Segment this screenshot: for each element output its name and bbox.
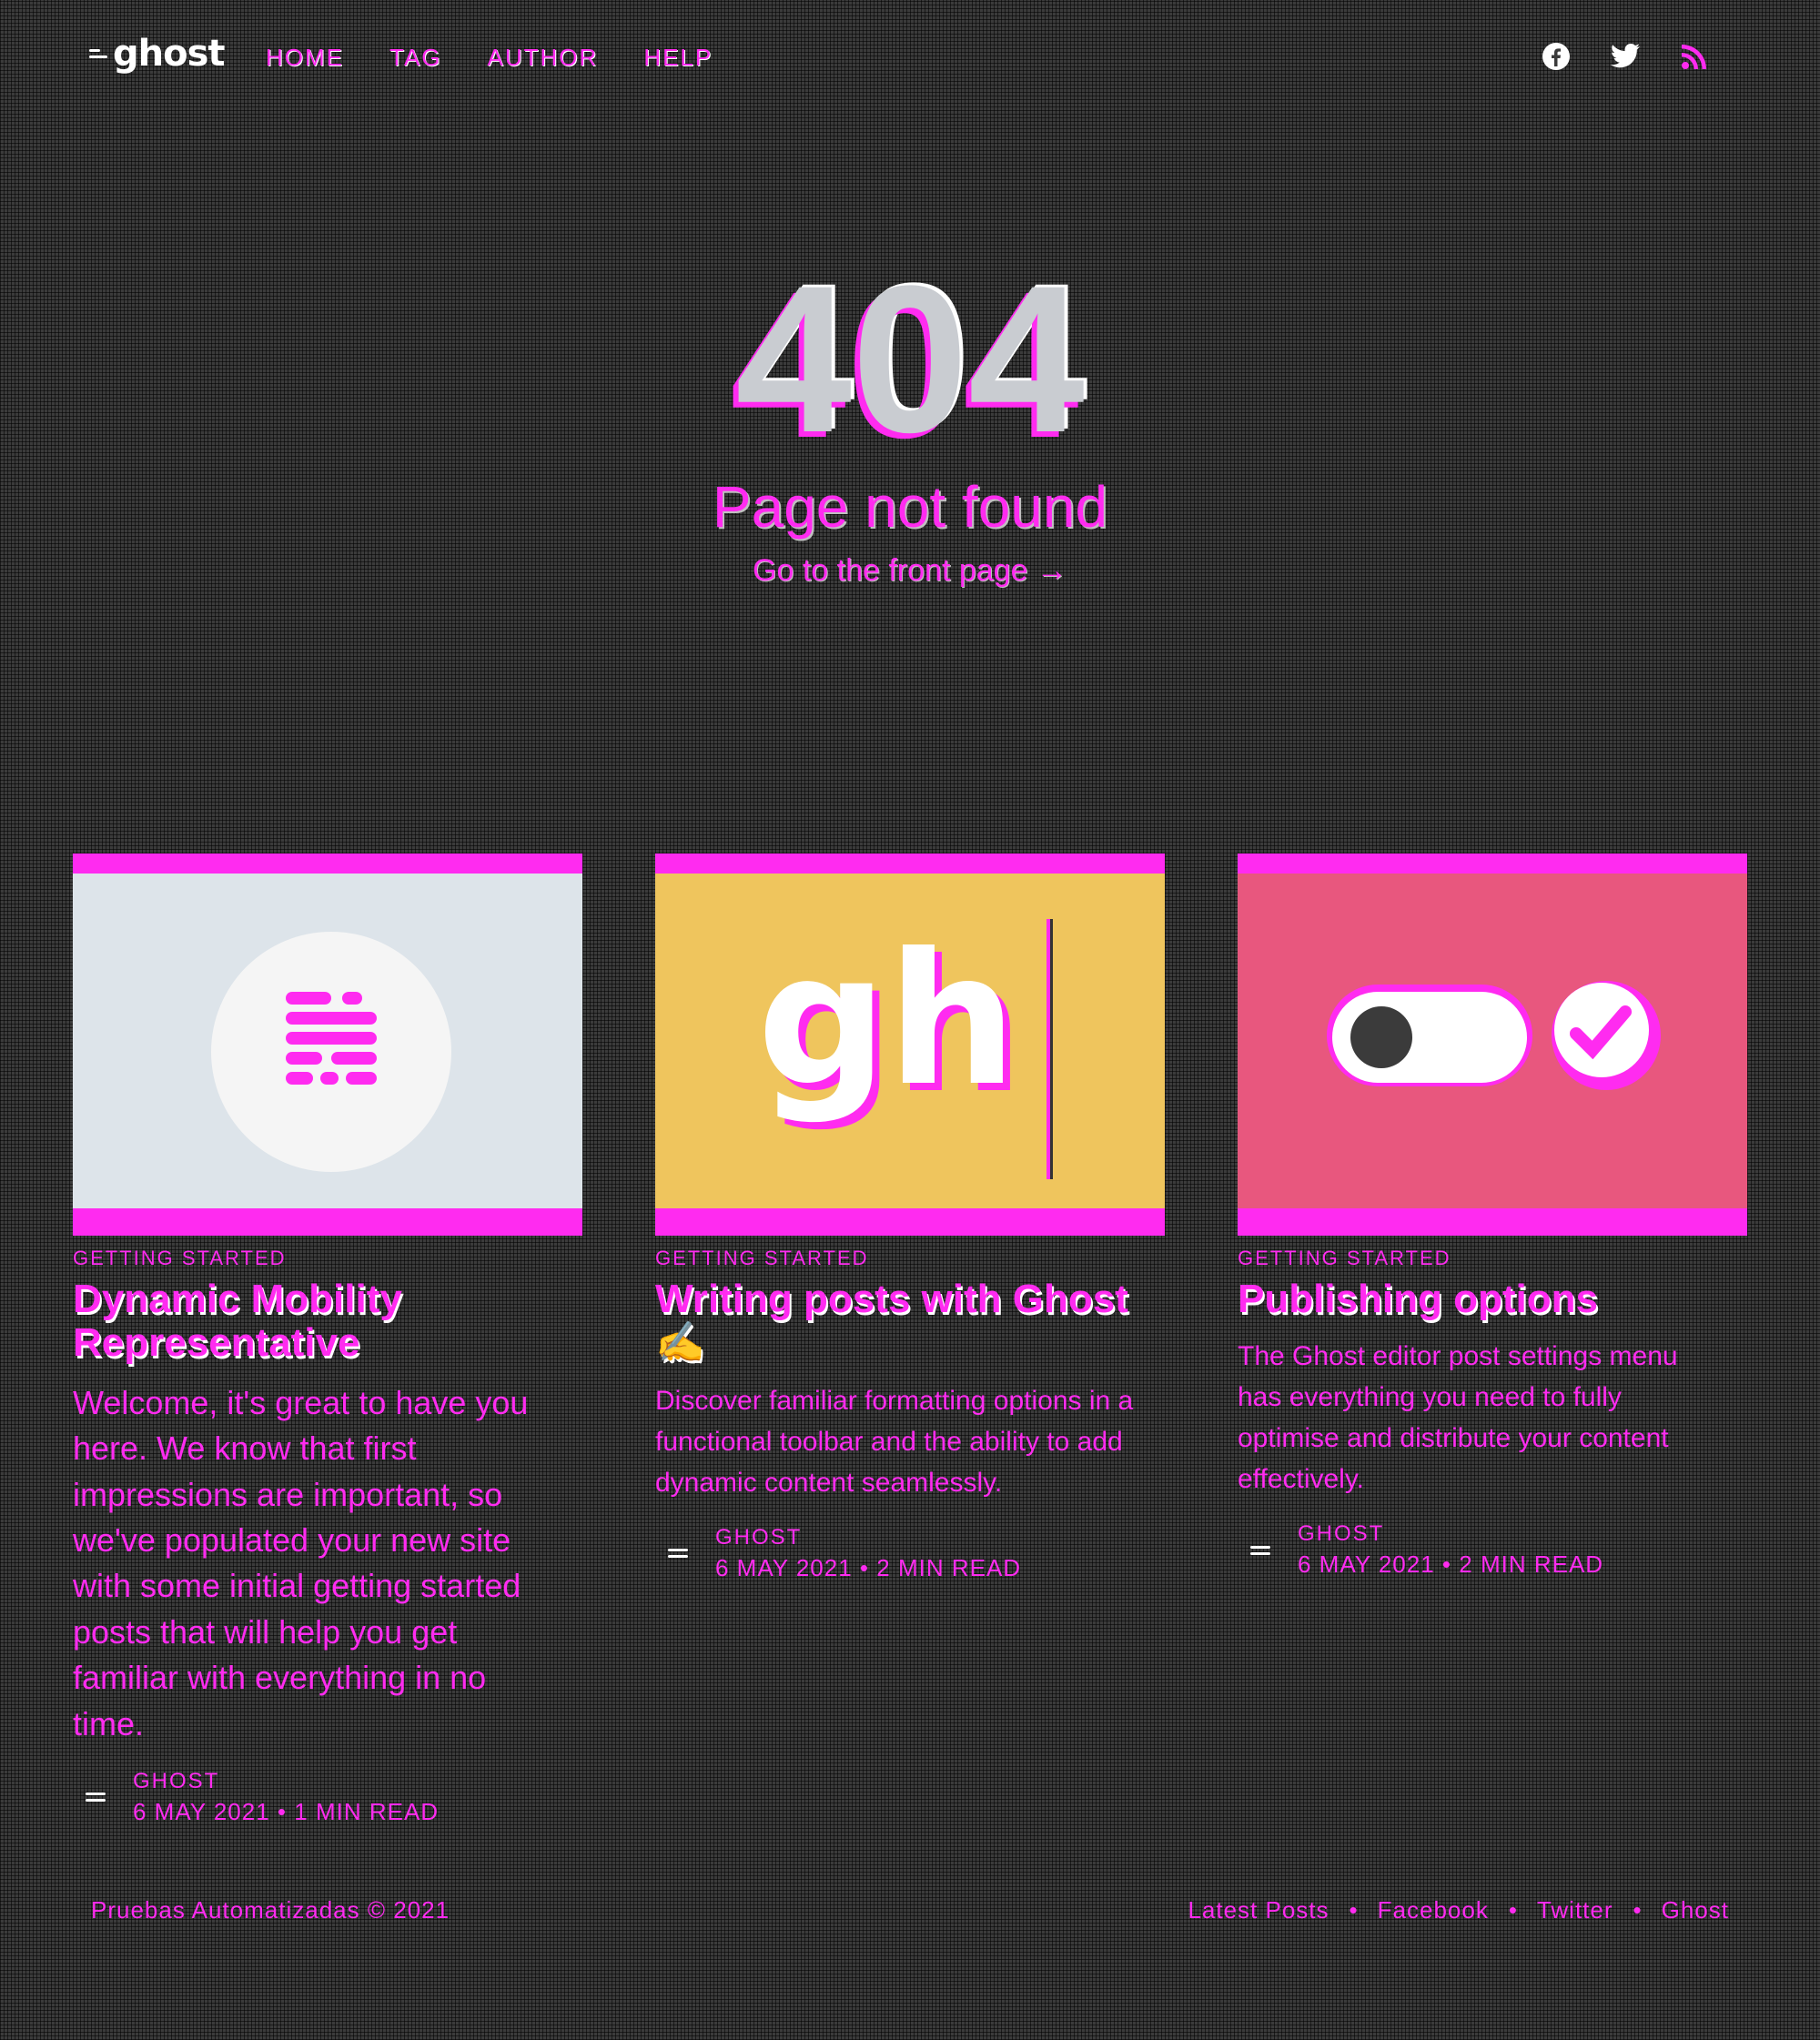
post-feed: GETTING STARTED Dynamic Mobility Represe… bbox=[73, 853, 1747, 1825]
footer-link-latest-posts[interactable]: Latest Posts bbox=[1188, 1896, 1329, 1924]
author-avatar[interactable] bbox=[86, 1787, 106, 1807]
svg-text:gh: gh bbox=[757, 914, 1017, 1126]
post-card-excerpt[interactable]: Welcome, it's great to have you here. We… bbox=[73, 1380, 555, 1747]
footer-link-ghost[interactable]: Ghost bbox=[1662, 1896, 1729, 1924]
nav-help[interactable]: HELP bbox=[643, 44, 713, 72]
nav-home[interactable]: HOME bbox=[266, 44, 344, 72]
post-card[interactable]: GETTING STARTED Publishing options The G… bbox=[1238, 853, 1747, 1579]
separator-dot: • bbox=[1508, 1896, 1517, 1924]
author-avatar[interactable] bbox=[1250, 1540, 1270, 1560]
post-card-date: 6 MAY 2021 bbox=[715, 1553, 853, 1581]
social-links bbox=[1540, 40, 1711, 73]
site-header: ghost HOME TAG AUTHOR HELP bbox=[0, 0, 1820, 118]
post-card-excerpt[interactable]: The Ghost editor post settings menu has … bbox=[1238, 1336, 1720, 1500]
separator-dot: • bbox=[1349, 1896, 1358, 1924]
post-card-tag[interactable]: GETTING STARTED bbox=[73, 1247, 582, 1270]
ghost-logo-icon bbox=[89, 45, 107, 63]
post-card-meta: GHOST 6 MAY 2021 • 2 MIN READ bbox=[655, 1525, 1165, 1582]
site-footer: Pruebas Automatizadas © 2021 Latest Post… bbox=[0, 1891, 1820, 1945]
nav-author[interactable]: AUTHOR bbox=[488, 44, 599, 72]
post-card-author[interactable]: GHOST bbox=[715, 1525, 1021, 1550]
post-card-meta: GHOST 6 MAY 2021 • 2 MIN READ bbox=[1238, 1521, 1747, 1579]
post-card-author[interactable]: GHOST bbox=[133, 1769, 439, 1794]
post-card-reading-time: 2 MIN READ bbox=[876, 1553, 1022, 1581]
nav-tag[interactable]: TAG bbox=[389, 44, 442, 72]
post-card-title[interactable]: Publishing options bbox=[1238, 1277, 1747, 1321]
rss-icon[interactable] bbox=[1678, 40, 1711, 73]
error-code: 404 bbox=[735, 242, 1085, 476]
ghost-logo-icon bbox=[211, 932, 451, 1172]
facebook-icon[interactable] bbox=[1540, 40, 1572, 73]
post-card[interactable]: GETTING STARTED Dynamic Mobility Represe… bbox=[73, 853, 582, 1826]
footer-nav: Latest Posts • Facebook • Twitter • Ghos… bbox=[1188, 1896, 1729, 1924]
main-nav: HOME TAG AUTHOR HELP bbox=[266, 44, 713, 72]
separator-dot: • bbox=[1633, 1896, 1642, 1924]
toggle-and-check-icon bbox=[1327, 981, 1661, 1090]
post-card-reading-time: 2 MIN READ bbox=[1459, 1550, 1604, 1579]
footer-link-facebook[interactable]: Facebook bbox=[1378, 1896, 1489, 1924]
post-card-image[interactable] bbox=[1238, 853, 1747, 1236]
copyright: Pruebas Automatizadas © 2021 bbox=[91, 1896, 450, 1924]
post-card-tag[interactable]: GETTING STARTED bbox=[1238, 1247, 1747, 1270]
error-section: 404 Page not found Go to the front page … bbox=[0, 255, 1820, 589]
post-card[interactable]: gh gh GETTING STARTED Writing posts with… bbox=[655, 853, 1165, 1582]
post-card-author[interactable]: GHOST bbox=[1298, 1521, 1603, 1547]
post-card-date: 6 MAY 2021 bbox=[1298, 1550, 1435, 1579]
twitter-icon[interactable] bbox=[1609, 40, 1642, 73]
author-avatar[interactable] bbox=[668, 1543, 688, 1563]
post-card-date: 6 MAY 2021 bbox=[133, 1797, 270, 1825]
post-card-reading-time: 1 MIN READ bbox=[294, 1797, 440, 1825]
post-card-image[interactable] bbox=[73, 853, 582, 1236]
post-card-title[interactable]: Dynamic Mobility Representative bbox=[73, 1277, 582, 1366]
front-page-link[interactable]: Go to the front page → bbox=[753, 553, 1067, 589]
site-logo[interactable]: ghost bbox=[89, 33, 226, 75]
post-card-excerpt[interactable]: Discover familiar formatting options in … bbox=[655, 1380, 1138, 1503]
post-card-meta: GHOST 6 MAY 2021 • 1 MIN READ bbox=[73, 1769, 582, 1826]
error-description: Page not found bbox=[712, 474, 1108, 540]
post-card-title[interactable]: Writing posts with Ghost ✍️ bbox=[655, 1277, 1165, 1366]
footer-link-twitter[interactable]: Twitter bbox=[1537, 1896, 1613, 1924]
logo-text: ghost bbox=[113, 33, 226, 75]
ghost-gh-logo-icon: gh gh bbox=[757, 914, 1053, 1179]
post-card-image[interactable]: gh gh bbox=[655, 853, 1165, 1236]
post-card-tag[interactable]: GETTING STARTED bbox=[655, 1247, 1165, 1270]
